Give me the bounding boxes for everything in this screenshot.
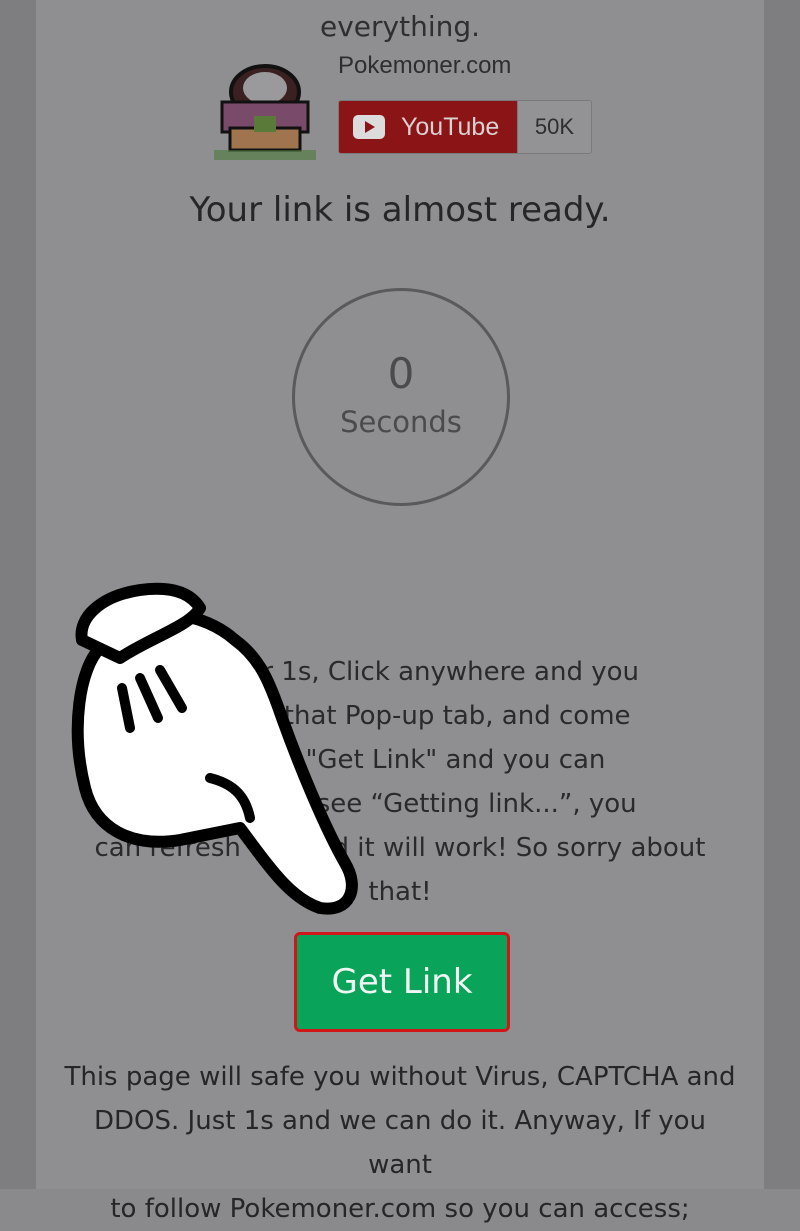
- right-gutter: [764, 0, 800, 1189]
- pointing-hand-icon: [71, 582, 358, 915]
- youtube-play-icon: [353, 115, 385, 139]
- channel-widget: Pokemoner.com YouTube 50K: [214, 52, 614, 162]
- notice-line: to follow Pokemoner.com so you can acces…: [110, 1194, 690, 1224]
- left-gutter: [0, 0, 36, 1189]
- subscriber-count: 50K: [517, 101, 591, 153]
- pokeball-avatar-icon[interactable]: [214, 58, 316, 162]
- intro-text-fragment: everything.: [319, 10, 481, 43]
- get-link-button[interactable]: Get Link: [297, 935, 507, 1029]
- countdown-unit: Seconds: [340, 405, 462, 439]
- youtube-subscribe-widget[interactable]: YouTube 50K: [338, 100, 592, 154]
- page-title: Your link is almost ready.: [189, 190, 611, 230]
- notice-line: This page will safe you without Virus, C…: [64, 1062, 736, 1092]
- youtube-button[interactable]: YouTube: [339, 101, 517, 153]
- get-link-highlight: Get Link: [294, 932, 510, 1032]
- countdown-timer: 0 Seconds: [292, 288, 510, 506]
- notice-text: This page will safe you without Virus, C…: [60, 1055, 740, 1231]
- channel-name: Pokemoner.com: [338, 52, 512, 79]
- youtube-button-label: YouTube: [401, 112, 500, 141]
- notice-line: DDOS. Just 1s and we can do it. Anyway, …: [94, 1106, 706, 1180]
- countdown-value: 0: [387, 349, 415, 398]
